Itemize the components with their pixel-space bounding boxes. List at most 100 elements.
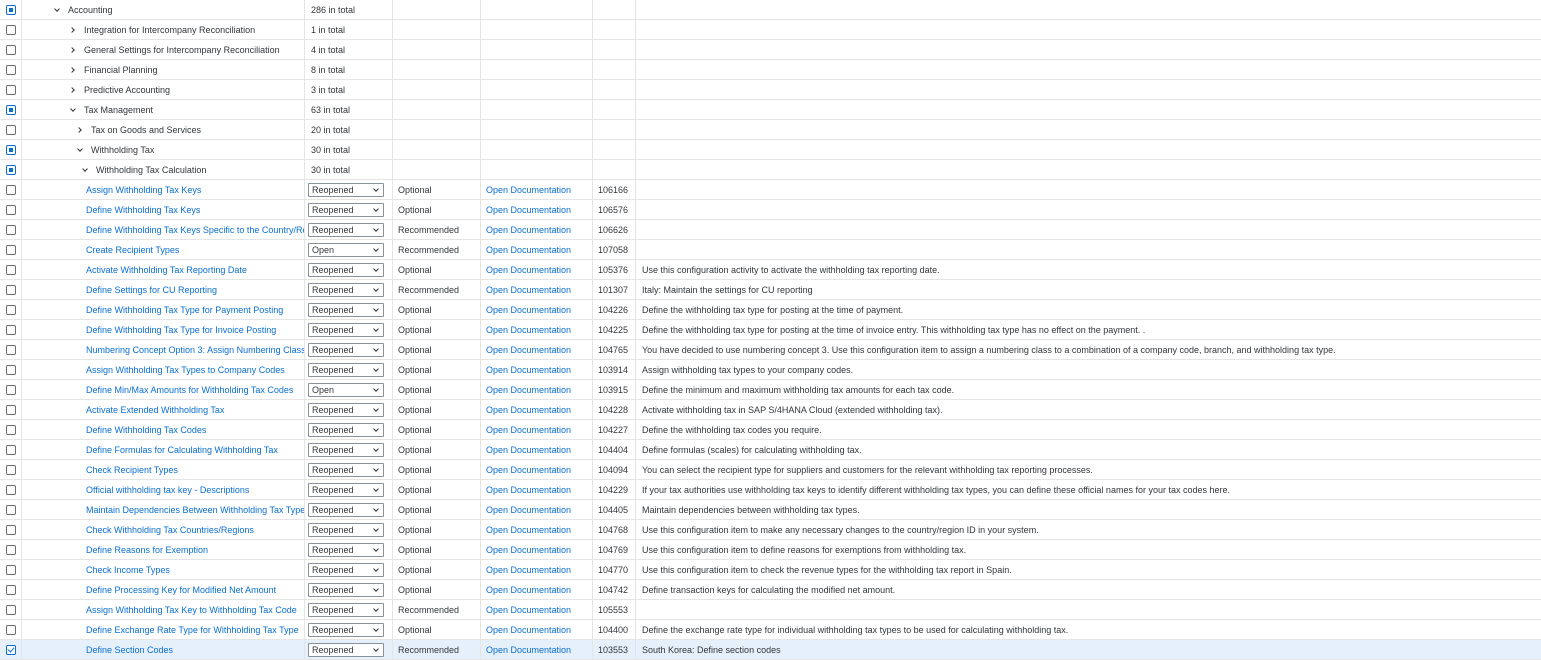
status-dropdown[interactable]: Reopened: [308, 642, 384, 657]
status-dropdown[interactable]: Open: [308, 242, 384, 257]
table-row[interactable]: Assign Withholding Tax Key to Withholdin…: [0, 600, 1541, 620]
tree-node-row[interactable]: Predictive Accounting 3 in total: [0, 80, 1541, 100]
status-dropdown[interactable]: Open: [308, 382, 384, 397]
tree-node-row[interactable]: Accounting 286 in total: [0, 0, 1541, 20]
row-checkbox[interactable]: [5, 524, 16, 535]
status-dropdown[interactable]: Reopened: [308, 622, 384, 637]
activity-link[interactable]: Official withholding tax key - Descripti…: [86, 485, 249, 495]
row-checkbox[interactable]: [5, 24, 16, 35]
row-checkbox[interactable]: [5, 284, 16, 295]
row-checkbox[interactable]: [5, 344, 16, 355]
row-checkbox[interactable]: [5, 184, 16, 195]
row-checkbox[interactable]: [5, 224, 16, 235]
activity-link[interactable]: Assign Withholding Tax Types to Company …: [86, 365, 285, 375]
open-documentation-link[interactable]: Open Documentation: [486, 405, 571, 415]
table-row[interactable]: Maintain Dependencies Between Withholdin…: [0, 500, 1541, 520]
open-documentation-link[interactable]: Open Documentation: [486, 385, 571, 395]
table-row[interactable]: Activate Withholding Tax Reporting Date R…: [0, 260, 1541, 280]
table-row[interactable]: Define Section Codes Reopened Recommended O…: [0, 640, 1541, 660]
open-documentation-link[interactable]: Open Documentation: [486, 305, 571, 315]
open-documentation-link[interactable]: Open Documentation: [486, 445, 571, 455]
status-dropdown[interactable]: Reopened: [308, 542, 384, 557]
table-row[interactable]: Define Processing Key for Modified Net A…: [0, 580, 1541, 600]
open-documentation-link[interactable]: Open Documentation: [486, 325, 571, 335]
row-checkbox[interactable]: [5, 424, 16, 435]
activity-link[interactable]: Define Withholding Tax Keys: [86, 205, 200, 215]
table-row[interactable]: Define Min/Max Amounts for Withholding T…: [0, 380, 1541, 400]
open-documentation-link[interactable]: Open Documentation: [486, 625, 571, 635]
activity-link[interactable]: Maintain Dependencies Between Withholdin…: [86, 505, 304, 515]
open-documentation-link[interactable]: Open Documentation: [486, 545, 571, 555]
tree-node-row[interactable]: Integration for Intercompany Reconciliat…: [0, 20, 1541, 40]
table-row[interactable]: Check Withholding Tax Countries/Regions R…: [0, 520, 1541, 540]
status-dropdown[interactable]: Reopened: [308, 302, 384, 317]
activity-link[interactable]: Create Recipient Types: [86, 245, 179, 255]
status-dropdown[interactable]: Reopened: [308, 262, 384, 277]
status-dropdown[interactable]: Reopened: [308, 342, 384, 357]
row-checkbox[interactable]: [5, 504, 16, 515]
row-checkbox[interactable]: [5, 4, 16, 15]
table-row[interactable]: Check Recipient Types Reopened Optional Ope…: [0, 460, 1541, 480]
row-checkbox[interactable]: [5, 164, 16, 175]
row-checkbox[interactable]: [5, 404, 16, 415]
status-dropdown[interactable]: Reopened: [308, 482, 384, 497]
open-documentation-link[interactable]: Open Documentation: [486, 425, 571, 435]
row-checkbox[interactable]: [5, 544, 16, 555]
activity-link[interactable]: Define Withholding Tax Type for Payment …: [86, 305, 283, 315]
activity-link[interactable]: Check Income Types: [86, 565, 170, 575]
activity-link[interactable]: Define Withholding Tax Keys Specific to …: [86, 225, 304, 235]
open-documentation-link[interactable]: Open Documentation: [486, 225, 571, 235]
activity-link[interactable]: Define Min/Max Amounts for Withholding T…: [86, 385, 293, 395]
open-documentation-link[interactable]: Open Documentation: [486, 505, 571, 515]
status-dropdown[interactable]: Reopened: [308, 502, 384, 517]
open-documentation-link[interactable]: Open Documentation: [486, 365, 571, 375]
tree-node-row[interactable]: Tax on Goods and Services 20 in total: [0, 120, 1541, 140]
table-row[interactable]: Check Income Types Reopened Optional Open D…: [0, 560, 1541, 580]
table-row[interactable]: Define Reasons for Exemption Reopened Opti…: [0, 540, 1541, 560]
row-checkbox[interactable]: [5, 484, 16, 495]
tree-node-row[interactable]: Financial Planning 8 in total: [0, 60, 1541, 80]
activity-link[interactable]: Activate Withholding Tax Reporting Date: [86, 265, 247, 275]
chevron-right-icon[interactable]: [77, 127, 83, 133]
activity-link[interactable]: Assign Withholding Tax Keys: [86, 185, 201, 195]
status-dropdown[interactable]: Reopened: [308, 442, 384, 457]
status-dropdown[interactable]: Reopened: [308, 322, 384, 337]
row-checkbox[interactable]: [5, 384, 16, 395]
row-checkbox[interactable]: [5, 124, 16, 135]
chevron-down-icon[interactable]: [77, 147, 83, 153]
row-checkbox[interactable]: [5, 584, 16, 595]
status-dropdown[interactable]: Reopened: [308, 562, 384, 577]
activity-link[interactable]: Define Withholding Tax Codes: [86, 425, 206, 435]
status-dropdown[interactable]: Reopened: [308, 222, 384, 237]
tree-node-row[interactable]: General Settings for Intercompany Reconc…: [0, 40, 1541, 60]
open-documentation-link[interactable]: Open Documentation: [486, 565, 571, 575]
open-documentation-link[interactable]: Open Documentation: [486, 185, 571, 195]
chevron-right-icon[interactable]: [70, 67, 76, 73]
table-row[interactable]: Assign Withholding Tax Keys Reopened Optio…: [0, 180, 1541, 200]
row-checkbox[interactable]: [5, 64, 16, 75]
row-checkbox[interactable]: [5, 364, 16, 375]
row-checkbox[interactable]: [5, 304, 16, 315]
activity-link[interactable]: Check Withholding Tax Countries/Regions: [86, 525, 254, 535]
row-checkbox[interactable]: [5, 604, 16, 615]
table-row[interactable]: Official withholding tax key - Descripti…: [0, 480, 1541, 500]
row-checkbox[interactable]: [5, 464, 16, 475]
chevron-right-icon[interactable]: [70, 87, 76, 93]
status-dropdown[interactable]: Reopened: [308, 182, 384, 197]
row-checkbox[interactable]: [5, 624, 16, 635]
activity-link[interactable]: Define Withholding Tax Type for Invoice …: [86, 325, 276, 335]
row-checkbox[interactable]: [5, 204, 16, 215]
table-row[interactable]: Define Settings for CU Reporting Reopened…: [0, 280, 1541, 300]
activity-link[interactable]: Numbering Concept Option 3: Assign Numbe…: [86, 345, 304, 355]
status-dropdown[interactable]: Reopened: [308, 602, 384, 617]
chevron-down-icon[interactable]: [70, 107, 76, 113]
status-dropdown[interactable]: Reopened: [308, 462, 384, 477]
row-checkbox[interactable]: [5, 644, 16, 655]
tree-node-row[interactable]: Tax Management 63 in total: [0, 100, 1541, 120]
activity-link[interactable]: Define Formulas for Calculating Withhold…: [86, 445, 278, 455]
status-dropdown[interactable]: Reopened: [308, 282, 384, 297]
status-dropdown[interactable]: Reopened: [308, 422, 384, 437]
activity-link[interactable]: Define Reasons for Exemption: [86, 545, 208, 555]
row-checkbox[interactable]: [5, 104, 16, 115]
status-dropdown[interactable]: Reopened: [308, 402, 384, 417]
